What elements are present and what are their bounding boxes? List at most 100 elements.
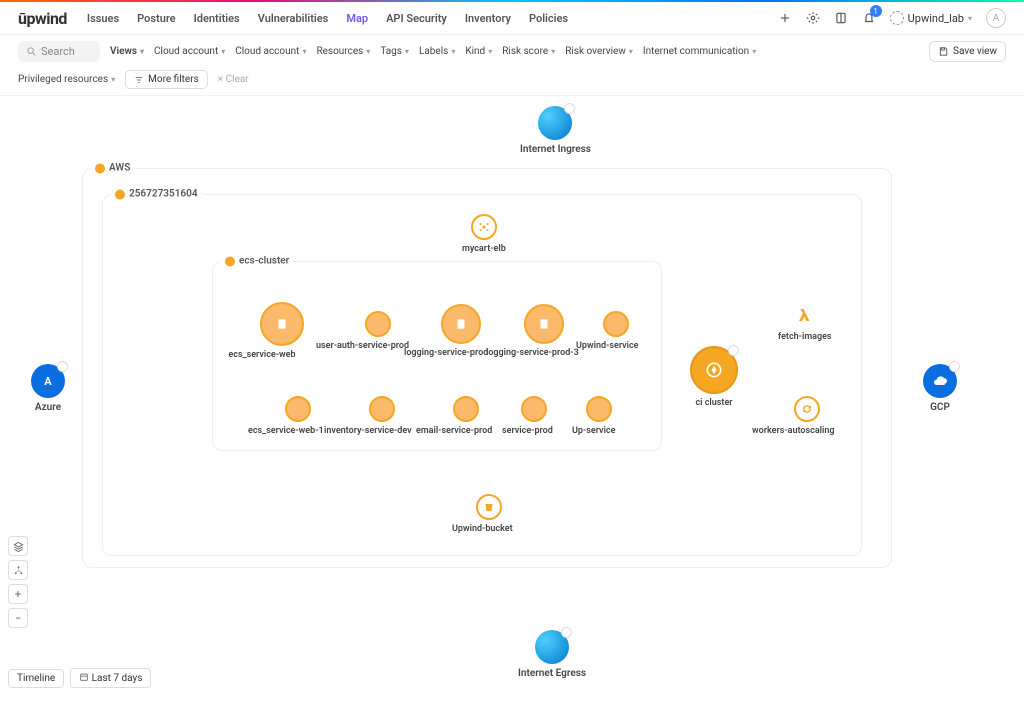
group-account-label: 256727351604 — [111, 189, 202, 200]
clear-filters-button[interactable]: × Clear — [218, 74, 249, 85]
filter-internet-communication[interactable]: Internet communication▾ — [643, 46, 756, 57]
node-label: service-prod — [502, 426, 553, 436]
node-ci-cluster[interactable]: ci cluster — [690, 346, 738, 408]
date-range-label: Last 7 days — [92, 673, 143, 684]
library-button[interactable] — [834, 11, 848, 25]
node-label: Upwind-service — [576, 341, 639, 351]
node-label: user-auth-service-prod — [316, 341, 409, 351]
node-up-service[interactable]: Up-service — [582, 396, 615, 436]
layers-icon — [13, 541, 24, 552]
service-icon — [369, 396, 395, 422]
service-icon — [260, 302, 304, 346]
node-label: Azure — [31, 402, 65, 413]
node-label: Internet Egress — [518, 668, 586, 679]
nav-inventory[interactable]: Inventory — [465, 12, 511, 25]
service-icon — [524, 304, 564, 344]
node-label: logging-service-prod-3 — [486, 348, 579, 358]
filter-tags[interactable]: Tags▾ — [380, 46, 409, 57]
views-dropdown[interactable]: Views▾ — [110, 46, 144, 57]
nav-map[interactable]: Map — [346, 12, 368, 25]
add-button[interactable] — [778, 11, 792, 25]
node-azure[interactable]: A Azure — [31, 364, 65, 413]
org-icon — [890, 11, 904, 25]
hierarchy-button[interactable] — [8, 560, 28, 580]
filter-privileged-resources[interactable]: Privileged resources▾ — [18, 74, 115, 85]
node-label: GCP — [923, 402, 957, 413]
node-ecs-service-web[interactable]: ecs_service-web — [260, 302, 304, 360]
node-ecs-service-web-1[interactable]: ecs_service-web-1 — [272, 396, 324, 436]
filter-risk-overview[interactable]: Risk overview▾ — [565, 46, 633, 57]
gcp-icon — [923, 364, 957, 398]
filter-risk-score[interactable]: Risk score▾ — [502, 46, 555, 57]
filter-cloud-account-2[interactable]: Cloud account▾ — [235, 46, 306, 57]
node-workers-autoscaling[interactable]: workers-autoscaling — [780, 396, 835, 436]
node-label: mycart-elb — [462, 244, 506, 254]
canvas-footer: Timeline Last 7 days — [8, 668, 151, 688]
chevron-down-icon: ▾ — [968, 14, 972, 23]
service-icon — [453, 396, 479, 422]
canvas-controls: + − — [8, 536, 28, 628]
save-icon — [938, 46, 949, 57]
plus-icon — [778, 11, 792, 25]
topology-canvas[interactable]: AWS 256727351604 ecs-cluster — [0, 96, 1024, 708]
more-filters-button[interactable]: More filters — [125, 70, 208, 89]
nav-policies[interactable]: Policies — [529, 12, 568, 25]
gear-icon — [806, 11, 820, 25]
node-label: Up-service — [572, 426, 615, 436]
book-icon — [834, 11, 848, 25]
cloud-icon — [932, 373, 948, 389]
search-input[interactable]: Search — [18, 41, 100, 62]
brand-logo[interactable]: ūpwind — [18, 9, 67, 28]
node-label: email-service-prod — [416, 426, 492, 436]
nav-identities[interactable]: Identities — [194, 12, 240, 25]
node-gcp[interactable]: GCP — [923, 364, 957, 413]
zoom-in-button[interactable]: + — [8, 584, 28, 604]
service-icon — [521, 396, 547, 422]
node-email-prod[interactable]: email-service-prod — [440, 396, 492, 436]
filter-resources[interactable]: Resources▾ — [316, 46, 370, 57]
layers-button[interactable] — [8, 536, 28, 556]
filter-kind[interactable]: Kind▾ — [465, 46, 492, 57]
node-upwind-service[interactable]: Upwind-service — [594, 311, 639, 351]
node-internet-ingress[interactable]: Internet Ingress — [520, 106, 591, 155]
elb-icon — [471, 214, 497, 240]
node-service-prod[interactable]: service-prod — [516, 396, 553, 436]
nav-issues[interactable]: Issues — [87, 12, 119, 25]
filter-cloud-account[interactable]: Cloud account▾ — [154, 46, 225, 57]
nav-vulnerabilities[interactable]: Vulnerabilities — [258, 12, 329, 25]
search-placeholder: Search — [41, 45, 75, 58]
service-icon — [603, 311, 629, 337]
node-label: workers-autoscaling — [752, 426, 835, 436]
node-mycart-elb[interactable]: mycart-elb — [462, 214, 506, 254]
nav-posture[interactable]: Posture — [137, 12, 175, 25]
node-label: Upwind-bucket — [452, 524, 513, 534]
node-internet-egress[interactable]: Internet Egress — [518, 630, 586, 679]
org-switcher[interactable]: Upwind_lab ▾ — [890, 11, 972, 25]
user-avatar[interactable]: A — [986, 8, 1006, 28]
node-user-auth[interactable]: user-auth-service-prod — [346, 311, 409, 351]
date-range-button[interactable]: Last 7 days — [70, 668, 151, 688]
node-label: ci cluster — [690, 398, 738, 408]
node-logging[interactable]: logging-service-prod — [434, 304, 488, 358]
save-view-button[interactable]: Save view — [929, 41, 1006, 62]
zoom-out-button[interactable]: − — [8, 608, 28, 628]
node-inventory-dev[interactable]: inventory-service-dev — [352, 396, 412, 436]
node-logging-3[interactable]: logging-service-prod-3 — [510, 304, 579, 358]
main-nav: Issues Posture Identities Vulnerabilitie… — [87, 12, 568, 25]
node-fetch-images[interactable]: fetch-images — [778, 302, 832, 342]
settings-button[interactable] — [806, 11, 820, 25]
globe-icon — [538, 106, 572, 140]
node-label: ecs_service-web — [220, 350, 304, 360]
service-icon — [441, 304, 481, 344]
hierarchy-icon — [13, 565, 24, 576]
notifications-button[interactable]: 1 — [862, 11, 876, 25]
node-upwind-bucket[interactable]: Upwind-bucket — [466, 494, 513, 534]
node-label: fetch-images — [778, 332, 832, 342]
nav-api-security[interactable]: API Security — [386, 12, 447, 25]
timeline-button[interactable]: Timeline — [8, 669, 64, 688]
filter-icon — [134, 75, 144, 85]
cluster-icon — [690, 346, 738, 394]
filter-labels[interactable]: Labels▾ — [419, 46, 455, 57]
node-label: inventory-service-dev — [324, 426, 412, 436]
filter-toolbar: Search Views▾ Cloud account▾ Cloud accou… — [0, 35, 1024, 96]
